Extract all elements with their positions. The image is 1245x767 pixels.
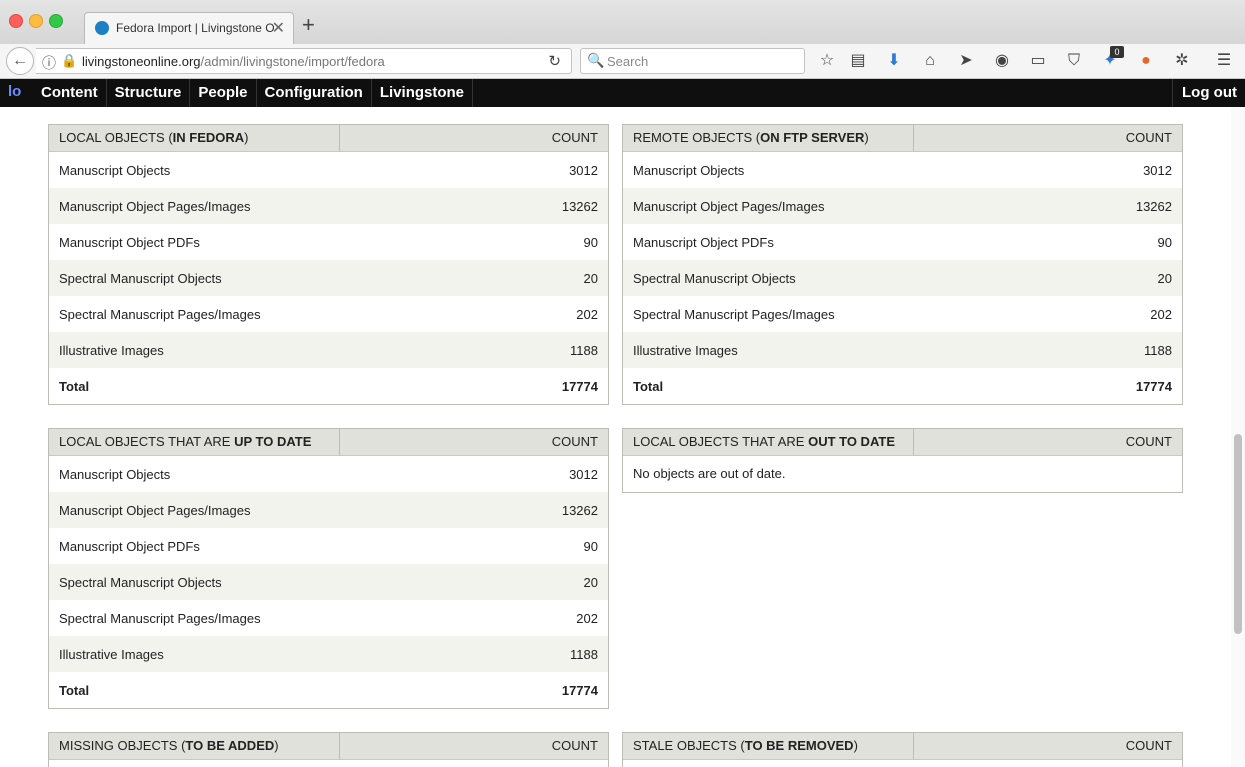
empty-message: No objects are out of date. (633, 466, 786, 481)
table-row: Manuscript Objects 3012 (59, 162, 598, 178)
duckduckgo-icon[interactable]: ● (1135, 50, 1157, 72)
table-title: LOCAL OBJECTS THAT ARE UP TO DATE (49, 429, 340, 455)
table-row: Spectral Manuscript Objects 20 (49, 564, 608, 600)
table-header: LOCAL OBJECTS THAT ARE UP TO DATE COUNT (49, 429, 608, 456)
back-button[interactable]: ← (6, 47, 34, 75)
local-objects-table: LOCAL OBJECTS (IN FEDORA) COUNT Manuscri… (48, 124, 609, 405)
downloads-icon[interactable]: ⬇ (883, 50, 905, 72)
search-placeholder: Search (607, 54, 649, 69)
reload-icon[interactable]: ↻ (548, 52, 561, 70)
reading-list-icon[interactable]: ▤ (847, 50, 869, 72)
logout-link[interactable]: Log out (1172, 79, 1245, 107)
send-icon[interactable]: ➤ (955, 50, 977, 72)
extension-badge: 0 (1110, 46, 1124, 58)
history-icon[interactable]: ◉ (991, 50, 1013, 72)
table-row: Spectral Manuscript Pages/Images 202 (59, 610, 598, 626)
table-row: Spectral Manuscript Pages/Images 202 (633, 306, 1172, 322)
new-tab-button[interactable]: + (302, 14, 315, 36)
table-row: Manuscript Object PDFs 90 (633, 234, 1172, 250)
admin-menu-content[interactable]: Content (33, 79, 107, 107)
up-to-date-table: LOCAL OBJECTS THAT ARE UP TO DATE COUNT … (48, 428, 609, 709)
zoom-window-button[interactable] (49, 14, 63, 28)
ruler-icon[interactable]: ▭ (1027, 50, 1049, 72)
table-header: LOCAL OBJECTS THAT ARE OUT TO DATE COUNT (623, 429, 1182, 456)
table-row: Spectral Manuscript Pages/Images 202 (59, 306, 598, 322)
table-title: MISSING OBJECTS (TO BE ADDED) (49, 733, 340, 759)
site-info-icon[interactable]: ⓘ (42, 53, 56, 73)
table-header: MISSING OBJECTS (TO BE ADDED) COUNT (49, 733, 608, 760)
admin-menu-livingstone[interactable]: Livingstone (372, 79, 474, 107)
admin-menu: Content Structure People Configuration L… (33, 79, 474, 107)
scrollbar-thumb[interactable] (1234, 434, 1242, 634)
table-title: STALE OBJECTS (TO BE REMOVED) (623, 733, 914, 759)
table-row: Spectral Manuscript Objects 20 (49, 260, 608, 296)
table-row: Manuscript Object Pages/Images 13262 (49, 188, 608, 224)
admin-menu-people[interactable]: People (190, 79, 257, 107)
table-row: Illustrative Images 1188 (49, 332, 608, 368)
table-title: LOCAL OBJECTS (IN FEDORA) (49, 125, 340, 151)
url-text[interactable]: livingstoneonline.org/admin/livingstone/… (82, 54, 385, 69)
table-row: Manuscript Object PDFs 90 (59, 538, 598, 554)
count-column-header: COUNT (551, 738, 598, 753)
tab-close-icon[interactable]: ✕ (272, 18, 285, 38)
admin-menu-configuration[interactable]: Configuration (257, 79, 372, 107)
table-title: LOCAL OBJECTS THAT ARE OUT TO DATE (623, 429, 914, 455)
pocket-icon[interactable]: ⛉ (1063, 50, 1085, 72)
count-column-header: COUNT (1125, 434, 1172, 449)
minimize-window-button[interactable] (29, 14, 43, 28)
url-bar[interactable]: ⓘ 🔒 livingstoneonline.org/admin/livingst… (36, 48, 572, 74)
tab-title: Fedora Import | Livingstone O (116, 21, 275, 35)
count-column-header: COUNT (1125, 130, 1172, 145)
stale-objects-table: STALE OBJECTS (TO BE REMOVED) COUNT (622, 732, 1183, 767)
site-logo-icon[interactable]: lo (8, 83, 21, 100)
table-row: Illustrative Images 1188 (49, 636, 608, 672)
table-row: Manuscript Object Pages/Images 13262 (49, 492, 608, 528)
menu-icon[interactable]: ☰ (1213, 50, 1235, 72)
table-header: LOCAL OBJECTS (IN FEDORA) COUNT (49, 125, 608, 152)
admin-toolbar: lo Content Structure People Configuratio… (0, 79, 1245, 107)
table-row: Manuscript Objects 3012 (633, 162, 1172, 178)
table-row: Manuscript Object PDFs 90 (59, 234, 598, 250)
home-icon[interactable]: ⌂ (919, 50, 941, 72)
total-row: Total 17774 (59, 682, 598, 698)
table-title: REMOTE OBJECTS (ON FTP SERVER) (623, 125, 914, 151)
table-row: Illustrative Images 1188 (623, 332, 1182, 368)
search-bar[interactable]: 🔍 Search (580, 48, 805, 74)
count-column-header: COUNT (1125, 738, 1172, 753)
close-window-button[interactable] (9, 14, 23, 28)
missing-objects-table: MISSING OBJECTS (TO BE ADDED) COUNT (48, 732, 609, 767)
browser-tab[interactable]: Fedora Import | Livingstone O ✕ (84, 12, 294, 44)
browser-nav-bar: ← ⓘ 🔒 livingstoneonline.org/admin/living… (0, 44, 1245, 79)
table-header: REMOTE OBJECTS (ON FTP SERVER) COUNT (623, 125, 1182, 152)
drupal-favicon-icon (95, 21, 109, 35)
extension-settings-icon[interactable]: ✲ (1171, 50, 1193, 72)
total-row: Total 17774 (633, 378, 1172, 394)
table-header: STALE OBJECTS (TO BE REMOVED) COUNT (623, 733, 1182, 760)
count-column-header: COUNT (551, 130, 598, 145)
total-row: Total 17774 (59, 378, 598, 394)
count-column-header: COUNT (551, 434, 598, 449)
admin-menu-structure[interactable]: Structure (107, 79, 191, 107)
out-to-date-table: LOCAL OBJECTS THAT ARE OUT TO DATE COUNT… (622, 428, 1183, 493)
search-icon: 🔍 (587, 52, 605, 68)
remote-objects-table: REMOTE OBJECTS (ON FTP SERVER) COUNT Man… (622, 124, 1183, 405)
table-row: Manuscript Objects 3012 (59, 466, 598, 482)
table-row: Spectral Manuscript Objects 20 (623, 260, 1182, 296)
bookmark-star-icon[interactable]: ☆ (816, 50, 838, 72)
insecure-lock-icon[interactable]: 🔒 (61, 53, 77, 69)
table-row: Manuscript Object Pages/Images 13262 (623, 188, 1182, 224)
browser-tab-bar: Fedora Import | Livingstone O ✕ + (0, 0, 1245, 44)
